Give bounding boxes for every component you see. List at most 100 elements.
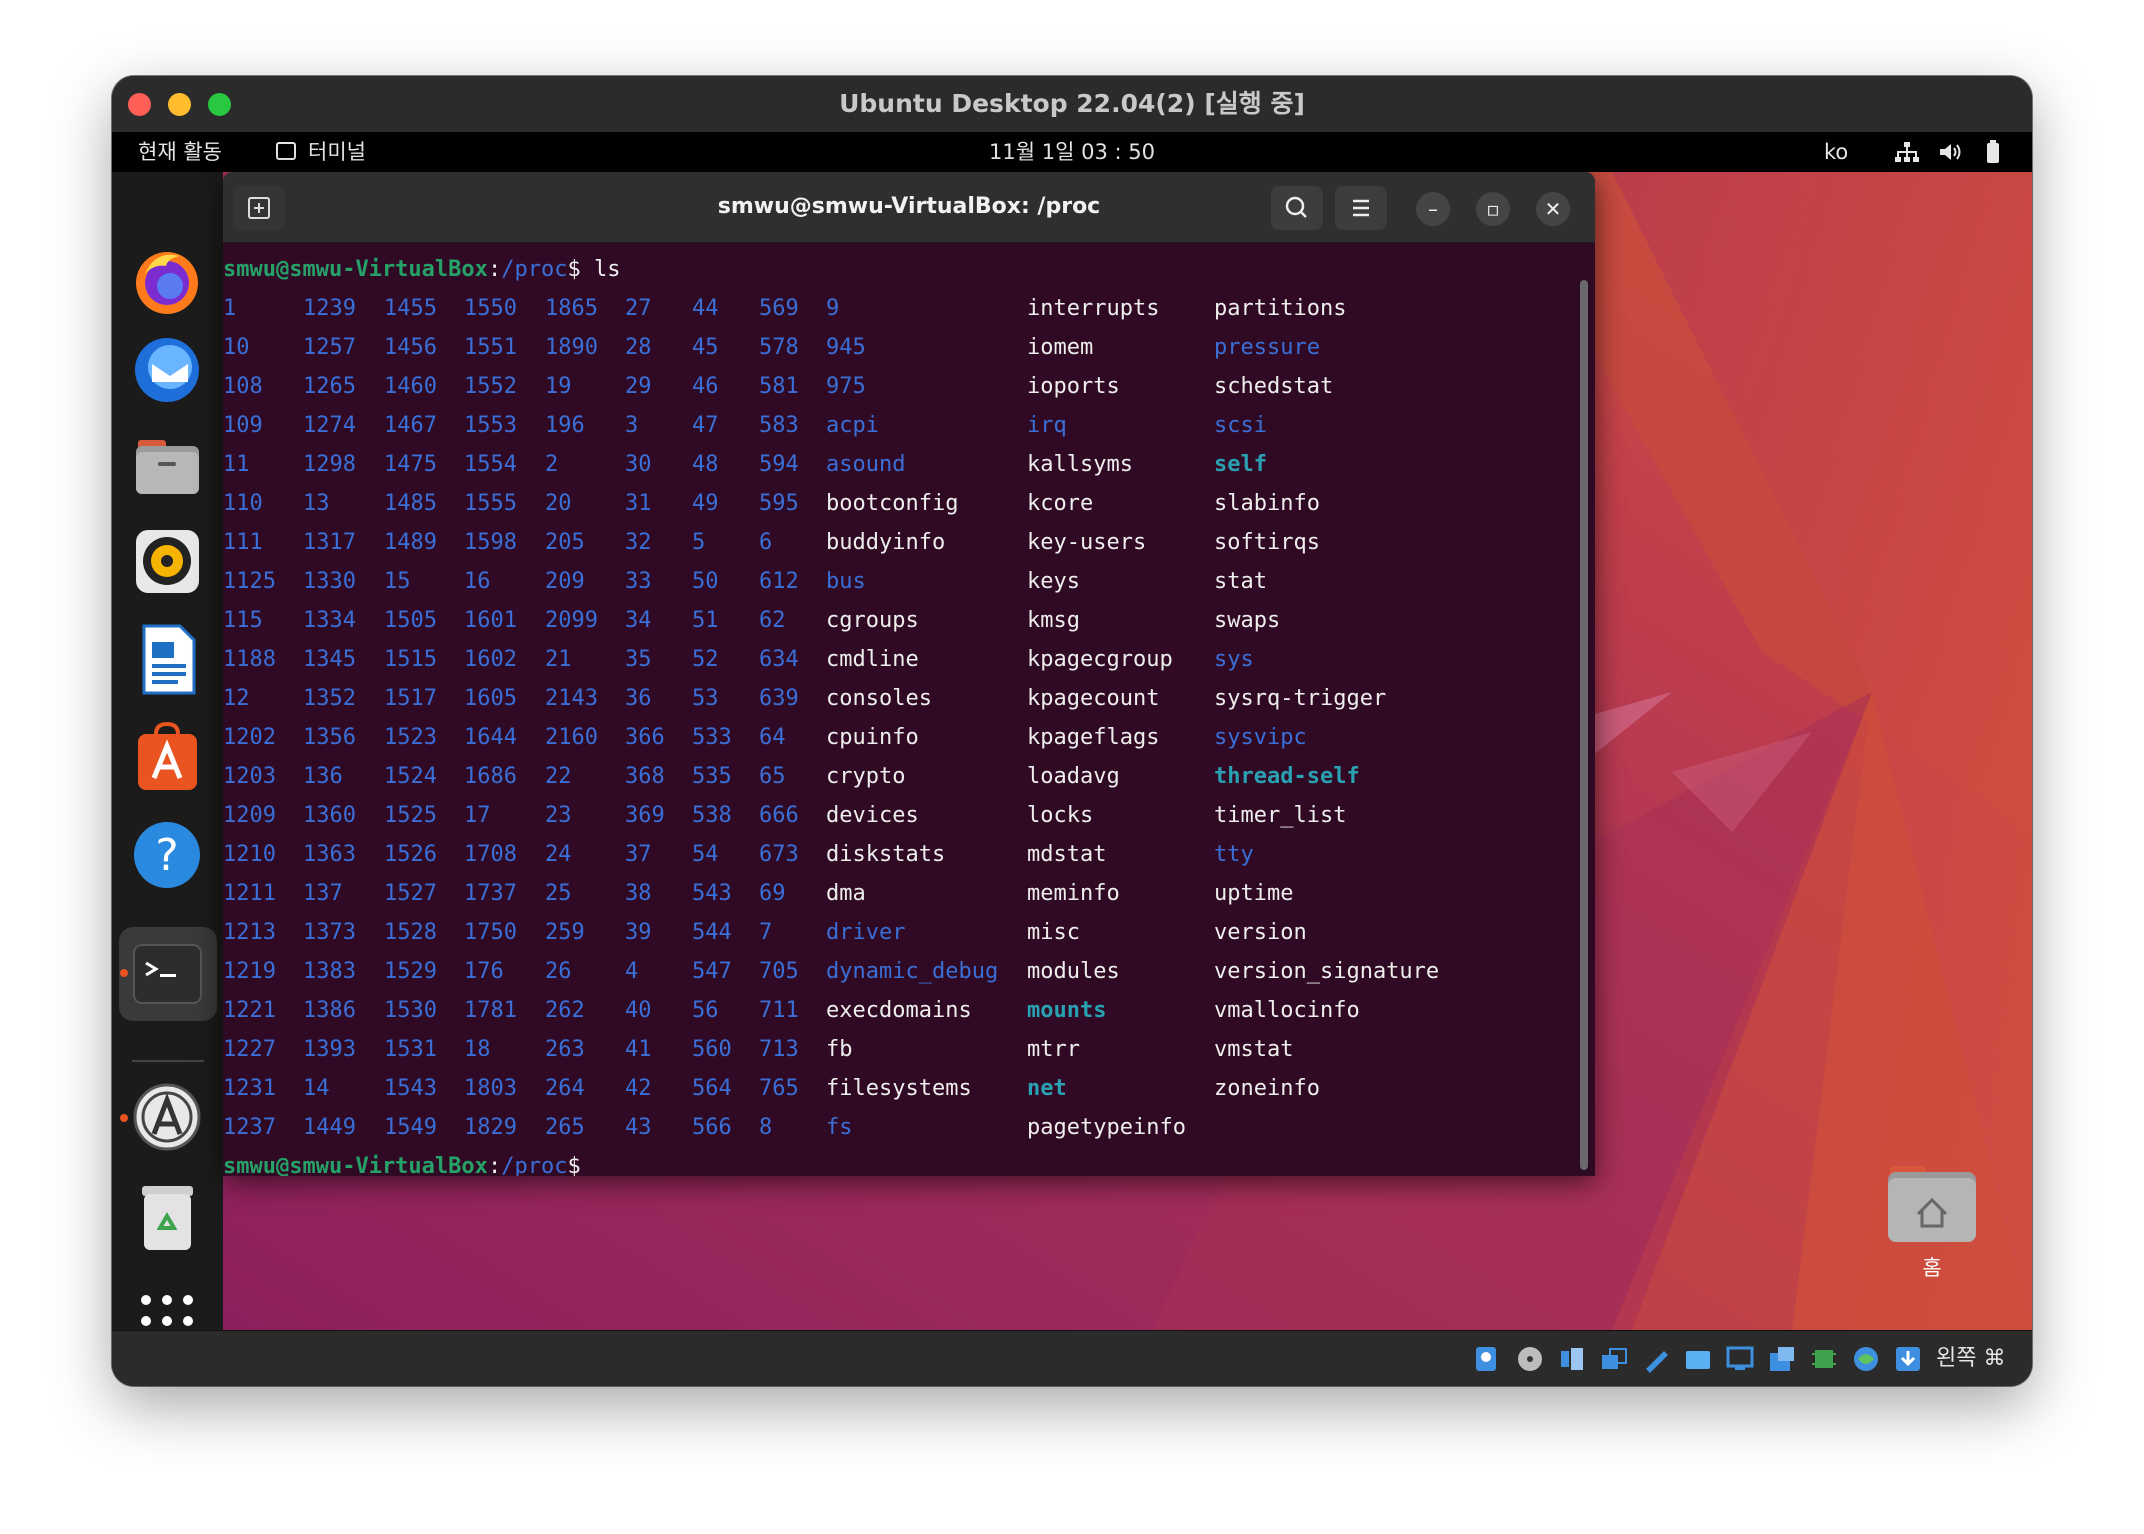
prompt-path: /proc	[501, 257, 568, 282]
ls-entry: 1221	[223, 998, 276, 1023]
ls-entry: 1708	[464, 842, 517, 867]
libreoffice-writer-icon[interactable]	[130, 622, 205, 697]
search-icon[interactable]	[1271, 186, 1323, 230]
app-center-icon[interactable]	[130, 720, 205, 795]
ls-entry: 1209	[223, 803, 276, 828]
ls-output-row: 1221 1386 1530 1781 262 40 56 711 execdomains mou…	[223, 991, 1573, 1030]
network-adapter-icon[interactable]	[1600, 1345, 1628, 1373]
prompt-line: smwu@smwu-VirtualBox:/proc $ ls	[223, 250, 1573, 289]
ls-output-row: 10 1257 1456 1551 1890 28 45 578 945 iomem pressur…	[223, 328, 1573, 367]
ls-entry: kpageflags	[1027, 725, 1160, 750]
ls-entry: interrupts	[1027, 296, 1160, 321]
hamburger-menu-icon[interactable]	[1335, 186, 1387, 230]
home-folder-icon[interactable]	[1888, 1164, 1976, 1244]
thunderbird-icon[interactable]	[130, 332, 205, 407]
terminal-close-button[interactable]: ✕	[1536, 192, 1570, 226]
ls-entry: thread-self	[1214, 764, 1360, 789]
prompt-colon: :	[488, 1154, 502, 1176]
software-updater-icon[interactable]	[130, 1080, 205, 1155]
files-icon[interactable]	[130, 428, 205, 503]
virtualbox-titlebar[interactable]: Ubuntu Desktop 22.04(2) [실행 중]	[112, 76, 2032, 133]
ls-entry: 1529	[384, 959, 437, 984]
terminal-icon[interactable]	[130, 937, 205, 1012]
ls-output-row: 111 1317 1489 1598 205 32 5 6 buddyinfo key-users…	[223, 523, 1573, 562]
ls-entry: 35	[625, 647, 652, 672]
help-icon[interactable]: ?	[130, 818, 205, 893]
ls-entry: 1517	[384, 686, 437, 711]
terminal-minimize-button[interactable]: –	[1416, 192, 1450, 226]
ls-entry: 1125	[223, 569, 276, 594]
terminal-maximize-button[interactable]: ▫	[1476, 192, 1510, 226]
ls-entry: 5	[692, 530, 706, 555]
ls-entry: 2143	[545, 686, 598, 711]
ls-entry: 48	[692, 452, 719, 477]
battery-icon[interactable]	[1986, 140, 2000, 164]
ls-entry: 23	[545, 803, 572, 828]
optical-drive-icon[interactable]	[1516, 1345, 1544, 1373]
ls-output-row: 1203 136 1524 1686 22 368 535 65 crypto loadavg th…	[223, 757, 1573, 796]
ls-entry: timer_list	[1214, 803, 1347, 828]
ls-entry: 368	[625, 764, 665, 789]
ls-entry: 26	[545, 959, 572, 984]
ls-entry: 543	[692, 881, 732, 906]
terminal-header-bar[interactable]: smwu@smwu-VirtualBox: /proc – ▫ ✕	[223, 172, 1595, 243]
ls-output-row: 1231 14 1543 1803 264 42 564 765 filesystems net z…	[223, 1069, 1573, 1108]
ls-entry: 17	[464, 803, 491, 828]
ls-entry: 110	[223, 491, 263, 516]
terminal-window: smwu@smwu-VirtualBox: /proc – ▫ ✕ smwu@s…	[223, 172, 1595, 1176]
ls-entry: 49	[692, 491, 719, 516]
ls-output-row: 1213 1373 1528 1750 259 39 544 7 driver misc versi…	[223, 913, 1573, 952]
network-icon[interactable]	[1894, 141, 1920, 163]
hard-disk-icon[interactable]	[1472, 1345, 1500, 1373]
ls-entry: version	[1214, 920, 1307, 945]
ls-entry: 581	[759, 374, 799, 399]
ls-entry: 7	[759, 920, 773, 945]
ls-entry: dynamic_debug	[826, 959, 999, 984]
ls-entry: 36	[625, 686, 652, 711]
ls-entry: 1	[223, 296, 237, 321]
ls-entry: 1455	[384, 296, 437, 321]
video-capture-icon[interactable]	[1768, 1345, 1796, 1373]
ls-entry: 1188	[223, 647, 276, 672]
show-apps-icon[interactable]	[130, 1284, 205, 1330]
ls-entry: 634	[759, 647, 799, 672]
virtualbox-window: Ubuntu Desktop 22.04(2) [실행 중] 현재 활동 터미널…	[112, 76, 2032, 1386]
usb-icon[interactable]	[1642, 1345, 1670, 1373]
firefox-icon[interactable]	[130, 244, 205, 319]
trash-icon[interactable]	[130, 1180, 205, 1255]
ls-entry: 594	[759, 452, 799, 477]
shared-folders-icon[interactable]	[1684, 1345, 1712, 1373]
ls-entry: 1526	[384, 842, 437, 867]
ls-entry: 28	[625, 335, 652, 360]
terminal-scrollbar[interactable]	[1580, 280, 1588, 1170]
ls-entry: locks	[1027, 803, 1094, 828]
volume-icon[interactable]	[1938, 141, 1964, 163]
host-key-label: 왼쪽 ⌘	[1936, 1346, 2006, 1371]
cpu-activity-icon[interactable]	[1810, 1345, 1838, 1373]
ls-entry: 29	[625, 374, 652, 399]
ls-entry: misc	[1027, 920, 1080, 945]
guest-additions-icon[interactable]	[1852, 1345, 1880, 1373]
rhythmbox-icon[interactable]	[130, 524, 205, 599]
window-title: Ubuntu Desktop 22.04(2) [실행 중]	[839, 89, 1305, 118]
keyboard-capture-icon[interactable]	[1894, 1345, 1922, 1373]
display-icon[interactable]	[1726, 1345, 1754, 1373]
clock[interactable]: 11월 1일 03 : 50	[112, 132, 2032, 172]
ls-entry: 136	[303, 764, 343, 789]
ls-entry: 1530	[384, 998, 437, 1023]
ls-entry: 2	[545, 452, 559, 477]
ls-entry: 39	[625, 920, 652, 945]
ls-output-row: 1188 1345 1515 1602 21 35 52 634 cmdline kpagecgr…	[223, 640, 1573, 679]
ls-entry: sys	[1214, 647, 1254, 672]
ls-entry: fs	[826, 1115, 853, 1140]
audio-icon[interactable]	[1558, 1345, 1586, 1373]
ls-entry: diskstats	[826, 842, 946, 867]
ls-output-row: 1 1239 1455 1550 1865 27 44 569 9 interrupts parti…	[223, 289, 1573, 328]
ls-entry: 1553	[464, 413, 517, 438]
ls-entry: 544	[692, 920, 732, 945]
ls-entry: 1598	[464, 530, 517, 555]
input-language-indicator[interactable]: ko	[1824, 132, 1848, 172]
ls-entry: kpagecount	[1027, 686, 1160, 711]
ls-entry: 1602	[464, 647, 517, 672]
terminal-output[interactable]: smwu@smwu-VirtualBox:/proc $ ls 1 1239 1455 1…	[223, 242, 1573, 1176]
